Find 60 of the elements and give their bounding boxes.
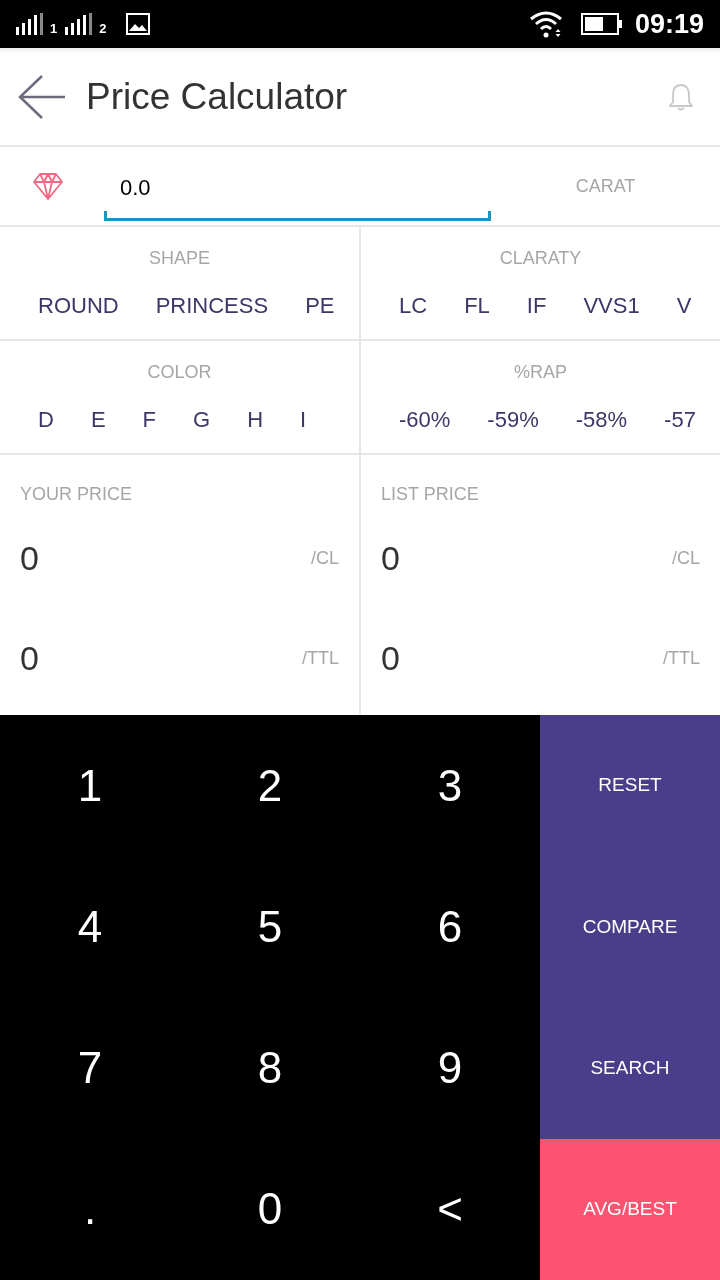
keypad-key[interactable]: 1 bbox=[0, 715, 180, 857]
option-button[interactable]: -60% bbox=[399, 409, 451, 431]
price-value: 0 bbox=[381, 641, 400, 675]
option-button[interactable]: D bbox=[38, 409, 54, 431]
clock-time: 09:19 bbox=[634, 10, 704, 38]
option-button[interactable]: FL bbox=[464, 295, 490, 317]
keypad-key[interactable]: 3 bbox=[360, 715, 540, 857]
diamond-icon bbox=[33, 171, 63, 201]
option-button[interactable]: E bbox=[90, 409, 106, 431]
signal-icon bbox=[16, 13, 46, 35]
option-button[interactable]: ROUND bbox=[38, 295, 119, 317]
sim-number: 2 bbox=[99, 22, 107, 35]
option-button[interactable]: I bbox=[300, 409, 307, 431]
option-button[interactable]: VVS1 bbox=[583, 295, 640, 317]
option-button[interactable]: -58% bbox=[575, 409, 628, 431]
section-label: CLARATY bbox=[499, 249, 582, 267]
price-unit: /CL bbox=[311, 549, 339, 567]
carat-input[interactable]: 0.0 bbox=[104, 167, 491, 221]
option-button[interactable]: PRINCESS bbox=[155, 295, 269, 317]
price-value: 0 bbox=[20, 541, 39, 575]
option-button[interactable]: PE bbox=[305, 295, 335, 317]
action-button[interactable]: RESET bbox=[540, 715, 720, 857]
section-label: SHAPE bbox=[149, 249, 210, 267]
price-unit: /TTL bbox=[663, 649, 700, 667]
keypad-key[interactable]: 2 bbox=[180, 715, 360, 857]
price-value: 0 bbox=[20, 641, 39, 675]
price-label: YOUR PRICE bbox=[20, 485, 133, 503]
action-button[interactable]: COMPARE bbox=[540, 856, 720, 998]
option-button[interactable]: H bbox=[247, 409, 264, 431]
keypad-key[interactable]: 8 bbox=[180, 997, 360, 1139]
keypad-key[interactable]: 4 bbox=[0, 856, 180, 998]
section-label: %RAP bbox=[514, 363, 567, 381]
option-button[interactable]: -59% bbox=[487, 409, 539, 431]
image-icon bbox=[126, 13, 151, 35]
action-button[interactable]: SEARCH bbox=[540, 997, 720, 1139]
bell-icon bbox=[669, 82, 693, 111]
back-button[interactable] bbox=[18, 72, 66, 121]
keypad-key[interactable]: 5 bbox=[180, 856, 360, 998]
price-value: 0 bbox=[381, 541, 400, 575]
keypad-key[interactable]: 7 bbox=[0, 997, 180, 1139]
option-button[interactable]: V bbox=[676, 295, 692, 317]
back-arrow-icon bbox=[18, 73, 66, 120]
carat-label: CARAT bbox=[575, 177, 636, 195]
sim-number: 1 bbox=[50, 22, 58, 35]
option-button[interactable]: -57 bbox=[664, 409, 696, 431]
price-unit: /CL bbox=[672, 549, 700, 567]
option-button[interactable]: F bbox=[142, 409, 157, 431]
keypad-key[interactable]: < bbox=[360, 1138, 540, 1280]
price-unit: /TTL bbox=[302, 649, 339, 667]
option-button[interactable]: LC bbox=[399, 295, 428, 317]
keypad-key[interactable]: 0 bbox=[180, 1138, 360, 1280]
price-label: LIST PRICE bbox=[381, 485, 479, 503]
keypad-key[interactable]: 6 bbox=[360, 856, 540, 998]
option-button[interactable]: IF bbox=[526, 295, 547, 317]
battery-icon bbox=[580, 13, 623, 35]
page-title: Price Calculator bbox=[86, 78, 348, 115]
option-button[interactable]: G bbox=[193, 409, 211, 431]
section-label: COLOR bbox=[147, 363, 212, 381]
keypad-key[interactable]: 9 bbox=[360, 997, 540, 1139]
keypad-key[interactable]: . bbox=[0, 1138, 180, 1280]
